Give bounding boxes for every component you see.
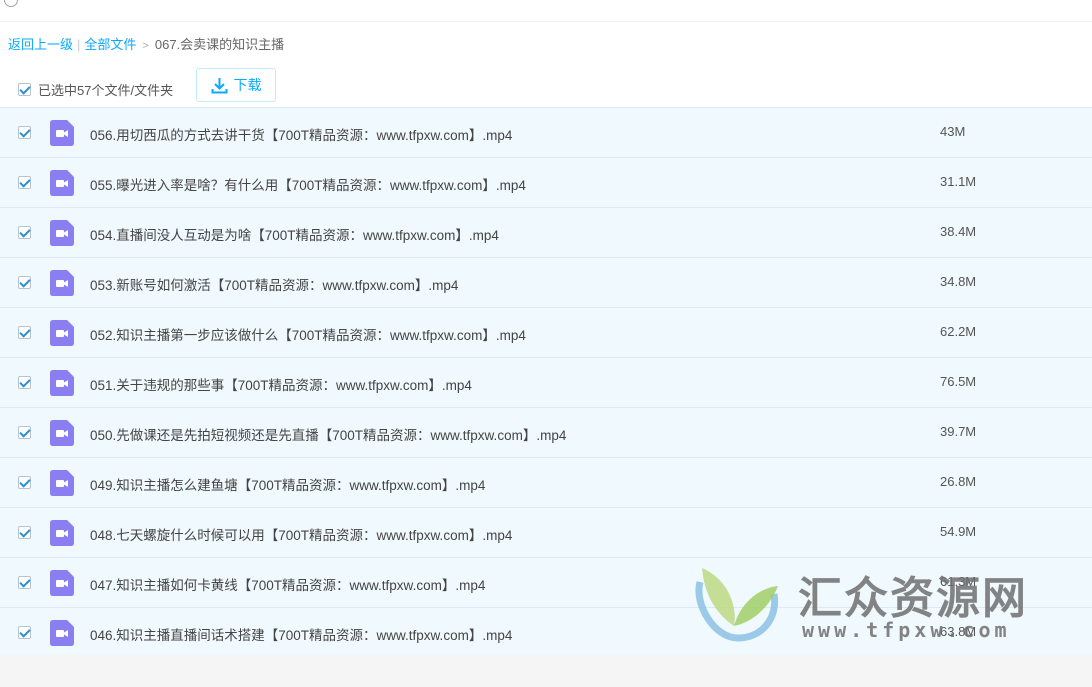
row-checkbox[interactable] <box>18 526 31 539</box>
chevron-right-icon: > <box>142 40 149 52</box>
video-file-icon <box>50 270 74 296</box>
breadcrumb-separator: | <box>77 37 81 52</box>
row-checkbox[interactable] <box>18 126 31 139</box>
file-row[interactable]: 050.先做课还是先拍短视频还是先直播【700T精品资源：www.tfpxw.c… <box>0 408 1092 458</box>
file-size: 43M <box>940 124 966 139</box>
download-button[interactable]: 下载 <box>196 68 276 102</box>
file-name[interactable]: 046.知识主播直播间话术搭建【700T精品资源：www.tfpxw.com】.… <box>90 624 512 644</box>
file-size: 34.8M <box>940 274 977 289</box>
file-row[interactable]: 049.知识主播怎么建鱼塘【700T精品资源：www.tfpxw.com】.mp… <box>0 458 1092 508</box>
row-checkbox[interactable] <box>18 176 31 189</box>
breadcrumb: 返回上一级 | 全部文件 >067.会卖课的知识主播 <box>8 34 284 53</box>
video-file-icon <box>50 470 74 496</box>
file-name[interactable]: 051.关于违规的那些事【700T精品资源：www.tfpxw.com】.mp4 <box>90 374 472 394</box>
file-row[interactable]: 056.用切西瓜的方式去讲干货【700T精品资源：www.tfpxw.com】.… <box>0 108 1092 158</box>
file-name[interactable]: 053.新账号如何激活【700T精品资源：www.tfpxw.com】.mp4 <box>90 274 458 294</box>
row-checkbox[interactable] <box>18 226 31 239</box>
row-checkbox[interactable] <box>18 576 31 589</box>
row-checkbox[interactable] <box>18 626 31 639</box>
file-size: 26.8M <box>940 474 977 489</box>
video-file-icon <box>50 570 74 596</box>
file-size: 76.5M <box>940 374 977 389</box>
row-checkbox[interactable] <box>18 426 31 439</box>
row-checkbox[interactable] <box>18 276 31 289</box>
file-name[interactable]: 052.知识主播第一步应该做什么【700T精品资源：www.tfpxw.com】… <box>90 324 526 344</box>
file-name[interactable]: 048.七天螺旋什么时候可以用【700T精品资源：www.tfpxw.com】.… <box>90 524 512 544</box>
refresh-icon[interactable] <box>4 0 18 7</box>
video-file-icon <box>50 620 74 646</box>
back-link[interactable]: 返回上一级 <box>8 37 73 52</box>
video-file-icon <box>50 220 74 246</box>
file-row[interactable]: 048.七天螺旋什么时候可以用【700T精品资源：www.tfpxw.com】.… <box>0 508 1092 558</box>
current-folder: 067.会卖课的知识主播 <box>154 37 285 52</box>
all-files-link[interactable]: 全部文件 <box>84 37 136 52</box>
file-size: 38.4M <box>940 224 977 239</box>
footer-area <box>0 655 1092 687</box>
row-checkbox[interactable] <box>18 376 31 389</box>
file-size: 63.8M <box>940 624 977 639</box>
file-row[interactable]: 046.知识主播直播间话术搭建【700T精品资源：www.tfpxw.com】.… <box>0 608 1092 658</box>
file-row[interactable]: 055.曝光进入率是啥？有什么用【700T精品资源：www.tfpxw.com】… <box>0 158 1092 208</box>
file-size: 31.1M <box>940 174 977 189</box>
video-file-icon <box>50 120 74 146</box>
file-list: 056.用切西瓜的方式去讲干货【700T精品资源：www.tfpxw.com】.… <box>0 107 1092 658</box>
download-icon <box>211 77 227 93</box>
file-name[interactable]: 047.知识主播如何卡黄线【700T精品资源：www.tfpxw.com】.mp… <box>90 574 485 594</box>
row-checkbox[interactable] <box>18 476 31 489</box>
video-file-icon <box>50 320 74 346</box>
video-file-icon <box>50 520 74 546</box>
select-all-checkbox[interactable] <box>18 83 31 96</box>
file-size: 62.2M <box>940 324 977 339</box>
select-all[interactable]: 已选中57个文件/文件夹 <box>18 80 173 99</box>
file-size: 54.9M <box>940 524 977 539</box>
row-checkbox[interactable] <box>18 326 31 339</box>
toolbar: 已选中57个文件/文件夹 下载 <box>0 64 1092 107</box>
file-row[interactable]: 054.直播间没人互动是为啥【700T精品资源：www.tfpxw.com】.m… <box>0 208 1092 258</box>
file-size: 61.3M <box>940 574 977 589</box>
top-bar <box>0 0 1092 22</box>
file-row[interactable]: 051.关于违规的那些事【700T精品资源：www.tfpxw.com】.mp4… <box>0 358 1092 408</box>
download-label: 下载 <box>233 77 262 93</box>
file-name[interactable]: 055.曝光进入率是啥？有什么用【700T精品资源：www.tfpxw.com】… <box>90 174 526 194</box>
video-file-icon <box>50 370 74 396</box>
file-name[interactable]: 056.用切西瓜的方式去讲干货【700T精品资源：www.tfpxw.com】.… <box>90 124 512 144</box>
file-row[interactable]: 047.知识主播如何卡黄线【700T精品资源：www.tfpxw.com】.mp… <box>0 558 1092 608</box>
file-name[interactable]: 054.直播间没人互动是为啥【700T精品资源：www.tfpxw.com】.m… <box>90 224 499 244</box>
file-row[interactable]: 053.新账号如何激活【700T精品资源：www.tfpxw.com】.mp4 3… <box>0 258 1092 308</box>
file-row[interactable]: 052.知识主播第一步应该做什么【700T精品资源：www.tfpxw.com】… <box>0 308 1092 358</box>
file-size: 39.7M <box>940 424 977 439</box>
file-name[interactable]: 049.知识主播怎么建鱼塘【700T精品资源：www.tfpxw.com】.mp… <box>90 474 485 494</box>
video-file-icon <box>50 170 74 196</box>
video-file-icon <box>50 420 74 446</box>
selection-count-text: 已选中57个文件/文件夹 <box>38 83 174 98</box>
file-name[interactable]: 050.先做课还是先拍短视频还是先直播【700T精品资源：www.tfpxw.c… <box>90 424 566 444</box>
